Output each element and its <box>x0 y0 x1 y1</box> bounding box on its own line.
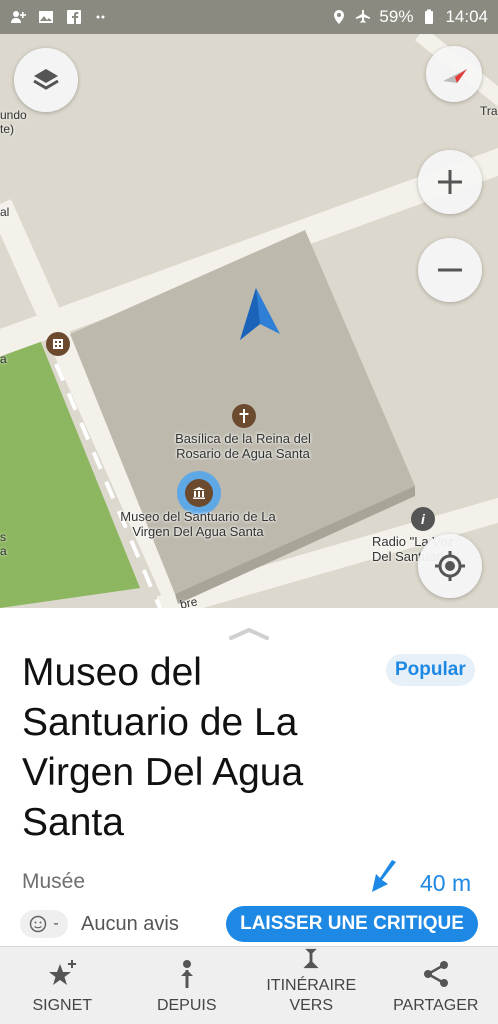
more-dots-icon <box>96 15 105 19</box>
place-category: Musée <box>22 870 86 893</box>
minus-icon <box>438 268 462 272</box>
plus-icon <box>438 170 462 194</box>
bookmark-label: SIGNET <box>32 997 93 1014</box>
map-edge-label: a <box>0 352 7 366</box>
clock: 14:04 <box>445 7 488 26</box>
popular-badge: Popular <box>386 654 475 686</box>
smiley-icon <box>30 915 47 933</box>
share-label: PARTAGER <box>393 997 479 1014</box>
airplane-icon <box>356 9 371 23</box>
direction-arrow-icon <box>372 860 396 892</box>
map-edge-label: Tra <box>480 104 498 118</box>
map-label-museum: Museo del Santuario de La Virgen Del Agu… <box>120 509 276 539</box>
museum-icon <box>185 479 213 507</box>
info-icon[interactable]: i <box>411 507 435 531</box>
map-label-basilica: Basílica de la Reina del Rosario de Agua… <box>175 431 311 461</box>
location-icon <box>334 10 345 24</box>
route-from-icon <box>180 960 193 988</box>
route-to-label: ITINÉRAIRE VERS <box>266 977 357 1014</box>
church-icon[interactable] <box>232 404 256 428</box>
place-distance: 40 m <box>420 870 472 896</box>
zoom-out-button[interactable] <box>418 238 482 302</box>
route-to-button[interactable]: ITINÉRAIRE VERS <box>249 947 374 1024</box>
map-view[interactable]: Basílica de la Reina del Rosario de Agua… <box>0 34 498 608</box>
reviews-count: Aucun avis <box>81 913 179 935</box>
layers-button[interactable] <box>14 48 78 112</box>
facebook-icon <box>67 10 81 24</box>
my-location-icon <box>435 551 465 581</box>
bookmark-button[interactable]: SIGNET <box>0 947 125 1024</box>
map-street-label: bre <box>178 594 199 608</box>
share-button[interactable]: PARTAGER <box>374 947 498 1024</box>
sheet-handle-icon[interactable] <box>229 626 269 640</box>
map-edge-label: al <box>0 205 10 219</box>
action-bar: SIGNET DEPUIS ITINÉRAIRE VERS PARTAGER <box>0 946 498 1024</box>
battery-percent: 59% <box>379 7 414 26</box>
map-edge-label: s a <box>0 530 7 558</box>
rating-chip: - <box>20 910 68 938</box>
leave-review-button[interactable]: LAISSER UNE CRITIQUE <box>226 906 478 942</box>
route-from-label: DEPUIS <box>156 997 217 1014</box>
route-from-button[interactable]: DEPUIS <box>125 947 250 1024</box>
layers-icon <box>33 69 59 90</box>
status-bar: 59% 14:04 <box>0 0 498 34</box>
share-icon <box>423 961 448 987</box>
battery-icon <box>425 9 434 24</box>
compass-icon <box>443 69 467 83</box>
compass-button[interactable] <box>426 46 482 102</box>
bookmark-star-icon <box>49 960 77 985</box>
zoom-in-button[interactable] <box>418 150 482 214</box>
hotel-icon[interactable] <box>46 332 70 356</box>
image-icon <box>39 11 53 23</box>
map-edge-label: undo te) <box>0 108 27 136</box>
place-sheet: Museo del Santuario de La Virgen Del Agu… <box>0 608 498 946</box>
current-position-arrow <box>240 288 280 340</box>
add-contact-icon <box>11 11 26 23</box>
place-title: Museo del Santuario de La Virgen Del Agu… <box>22 651 304 844</box>
rating-value: - <box>53 915 59 932</box>
route-to-icon <box>303 948 319 969</box>
my-location-button[interactable] <box>418 534 482 598</box>
